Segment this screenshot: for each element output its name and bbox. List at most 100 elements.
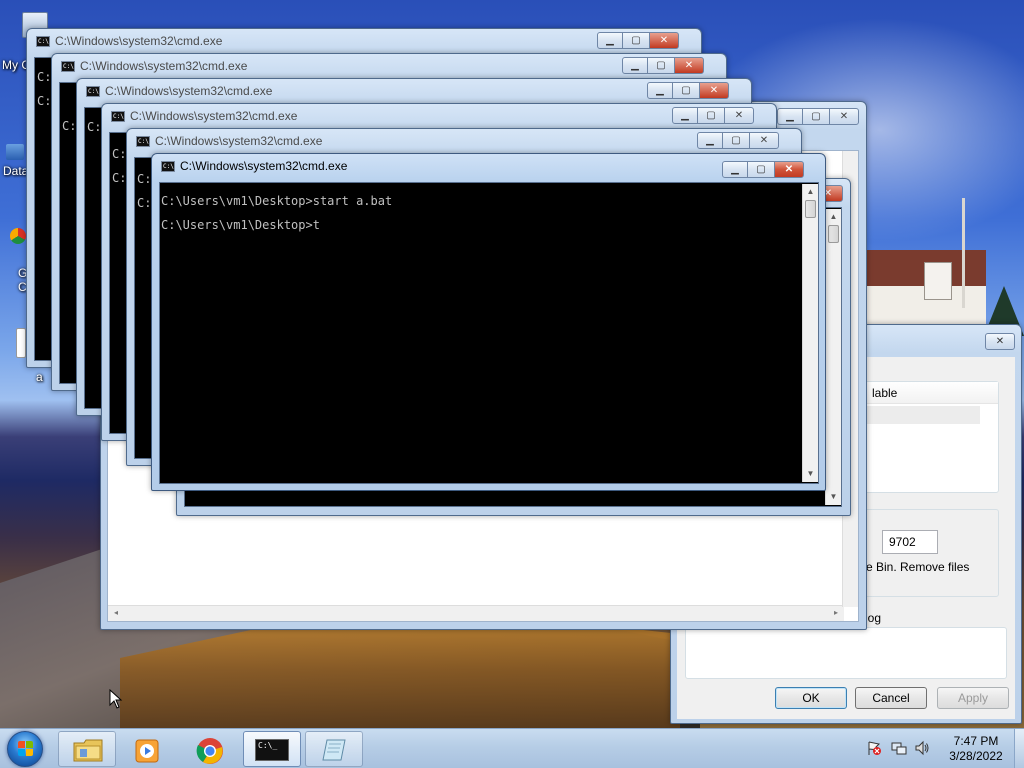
cmd-icon: C:\_ (255, 739, 289, 761)
shortcut-icon (6, 144, 24, 160)
maximize-button[interactable]: ▢ (648, 57, 674, 74)
minimize-button[interactable]: ▁ (697, 132, 723, 149)
console-line-prompt: C:\Users\vm1\Desktop>t (161, 218, 320, 232)
vertical-scrollbar[interactable]: ▲ ▼ (802, 184, 818, 482)
minimize-icon: ▁ (731, 163, 739, 175)
desktop-icon-label: Data (3, 164, 29, 178)
caption-buttons: ▁ ▢ ✕ (697, 132, 779, 150)
close-button[interactable]: ✕ (749, 132, 779, 149)
windows-logo-icon (18, 741, 34, 757)
minimize-button[interactable]: ▁ (647, 82, 673, 99)
maximize-icon: ▢ (811, 110, 821, 122)
scroll-up-arrow-icon[interactable]: ▲ (826, 209, 841, 225)
console-line: C: (137, 196, 152, 210)
window-title: C:\Windows\system32\cmd.exe (130, 109, 298, 123)
caption-buttons: ▁ ▢ ✕ (647, 82, 729, 100)
maximize-icon: ▢ (656, 59, 666, 71)
cmd-icon: C:\ (36, 36, 50, 47)
media-player-button[interactable] (118, 731, 176, 767)
maximize-button[interactable]: ▢ (748, 161, 774, 178)
chrome-shortcut-icon (10, 228, 26, 244)
close-button[interactable]: ✕ (674, 57, 704, 74)
console-line: C: (37, 94, 52, 108)
dialog-lower-panel (685, 627, 1007, 679)
cmd-icon: C:\ (61, 61, 75, 72)
caption-buttons: ▁ ▢ ✕ (597, 32, 679, 50)
maximize-icon: ▢ (681, 84, 691, 96)
chrome-button[interactable] (180, 731, 238, 767)
action-center-flag-icon[interactable] (866, 740, 882, 756)
scroll-down-arrow-icon[interactable]: ▼ (803, 466, 818, 482)
scroll-up-arrow-icon[interactable]: ▲ (803, 184, 818, 200)
dont-move-to-recycle-bin-label[interactable]: e Bin. Remove files (866, 560, 969, 574)
window-title: C:\Windows\system32\cmd.exe (155, 134, 323, 148)
close-icon: ✕ (734, 109, 744, 121)
minimize-icon: ▁ (606, 34, 614, 46)
batch-file-icon (16, 328, 26, 358)
caption-buttons: ▁ ▢ ✕ (722, 161, 804, 179)
console-line: C: (112, 171, 127, 185)
console-line: C: (137, 172, 152, 186)
minimize-button[interactable]: ▁ (777, 108, 803, 125)
show-desktop-button[interactable] (1014, 729, 1024, 768)
notepad-button[interactable] (305, 731, 363, 767)
media-player-icon (135, 739, 159, 763)
maximize-button[interactable]: ▢ (698, 107, 724, 124)
close-button[interactable]: ✕ (829, 108, 859, 125)
scroll-thumb[interactable] (828, 225, 839, 243)
windows-explorer-button[interactable] (58, 731, 116, 767)
cmd-icon: C:\ (111, 111, 125, 122)
clock-date: 3/28/2022 (949, 749, 1003, 763)
vertical-scrollbar[interactable]: ▲ ▼ (825, 209, 841, 505)
window-title: C:\Windows\system32\cmd.exe (180, 159, 348, 173)
scroll-down-arrow-icon[interactable]: ▼ (826, 489, 841, 505)
minimize-icon: ▁ (656, 84, 664, 96)
scroll-thumb[interactable] (805, 200, 816, 218)
minimize-icon: ▁ (631, 59, 639, 71)
maximize-button[interactable]: ▢ (673, 82, 699, 99)
cmd-button[interactable]: C:\_ (243, 731, 301, 767)
ok-button[interactable]: OK (775, 687, 847, 709)
close-icon: ✕ (684, 59, 694, 71)
start-button[interactable] (7, 731, 43, 767)
dialog-close-button[interactable]: ✕ (985, 333, 1015, 350)
minimize-button[interactable]: ▁ (622, 57, 648, 74)
maximize-icon: ▢ (756, 163, 766, 175)
caption-buttons: ▁ ▢ ✕ (672, 107, 754, 125)
cmd-window-active[interactable]: C:\ C:\Windows\system32\cmd.exe ▁ ▢ ✕ C:… (151, 153, 826, 491)
display-delete-confirmation-label[interactable]: log (865, 611, 881, 625)
close-button[interactable]: ✕ (724, 107, 754, 124)
notepad-icon (322, 739, 346, 761)
window-title: C:\Windows\system32\cmd.exe (80, 59, 248, 73)
chrome-icon (196, 738, 223, 764)
custom-size-input[interactable]: 9702 (882, 530, 938, 554)
maximize-button[interactable]: ▢ (623, 32, 649, 49)
system-clock[interactable]: 7:47 PM 3/28/2022 (942, 734, 1010, 764)
horizontal-scrollbar[interactable]: ◂ ▸ (108, 605, 844, 621)
scroll-right-arrow-icon[interactable]: ▸ (834, 608, 838, 617)
close-button[interactable]: ✕ (649, 32, 679, 49)
console-line: C: (112, 147, 127, 161)
console-line-command: C:\Users\vm1\Desktop>start a.bat (161, 194, 393, 208)
desktop-icon-label: a (36, 370, 43, 384)
close-button[interactable]: ✕ (699, 82, 729, 99)
maximize-button[interactable]: ▢ (803, 108, 829, 125)
console-area[interactable]: C:\Users\vm1\Desktop>start a.bat C:\User… (159, 182, 819, 484)
maximize-button[interactable]: ▢ (723, 132, 749, 149)
caption-buttons: ▁ ▢ ✕ (622, 57, 704, 75)
close-icon: ✕ (659, 34, 669, 46)
volume-icon[interactable] (914, 740, 930, 756)
network-icon[interactable] (891, 740, 907, 756)
clock-time: 7:47 PM (953, 734, 999, 748)
close-button[interactable]: ✕ (774, 161, 804, 178)
minimize-button[interactable]: ▁ (722, 161, 748, 178)
console-line: C: (87, 120, 102, 134)
dialog-caption-buttons: ✕ (985, 333, 1015, 351)
apply-button[interactable]: Apply (937, 687, 1009, 709)
cancel-button[interactable]: Cancel (855, 687, 927, 709)
minimize-button[interactable]: ▁ (672, 107, 698, 124)
column-header-available: lable (872, 386, 898, 400)
scroll-left-arrow-icon[interactable]: ◂ (114, 608, 118, 617)
desktop-icon-shortcut[interactable]: G C (4, 226, 28, 296)
minimize-button[interactable]: ▁ (597, 32, 623, 49)
